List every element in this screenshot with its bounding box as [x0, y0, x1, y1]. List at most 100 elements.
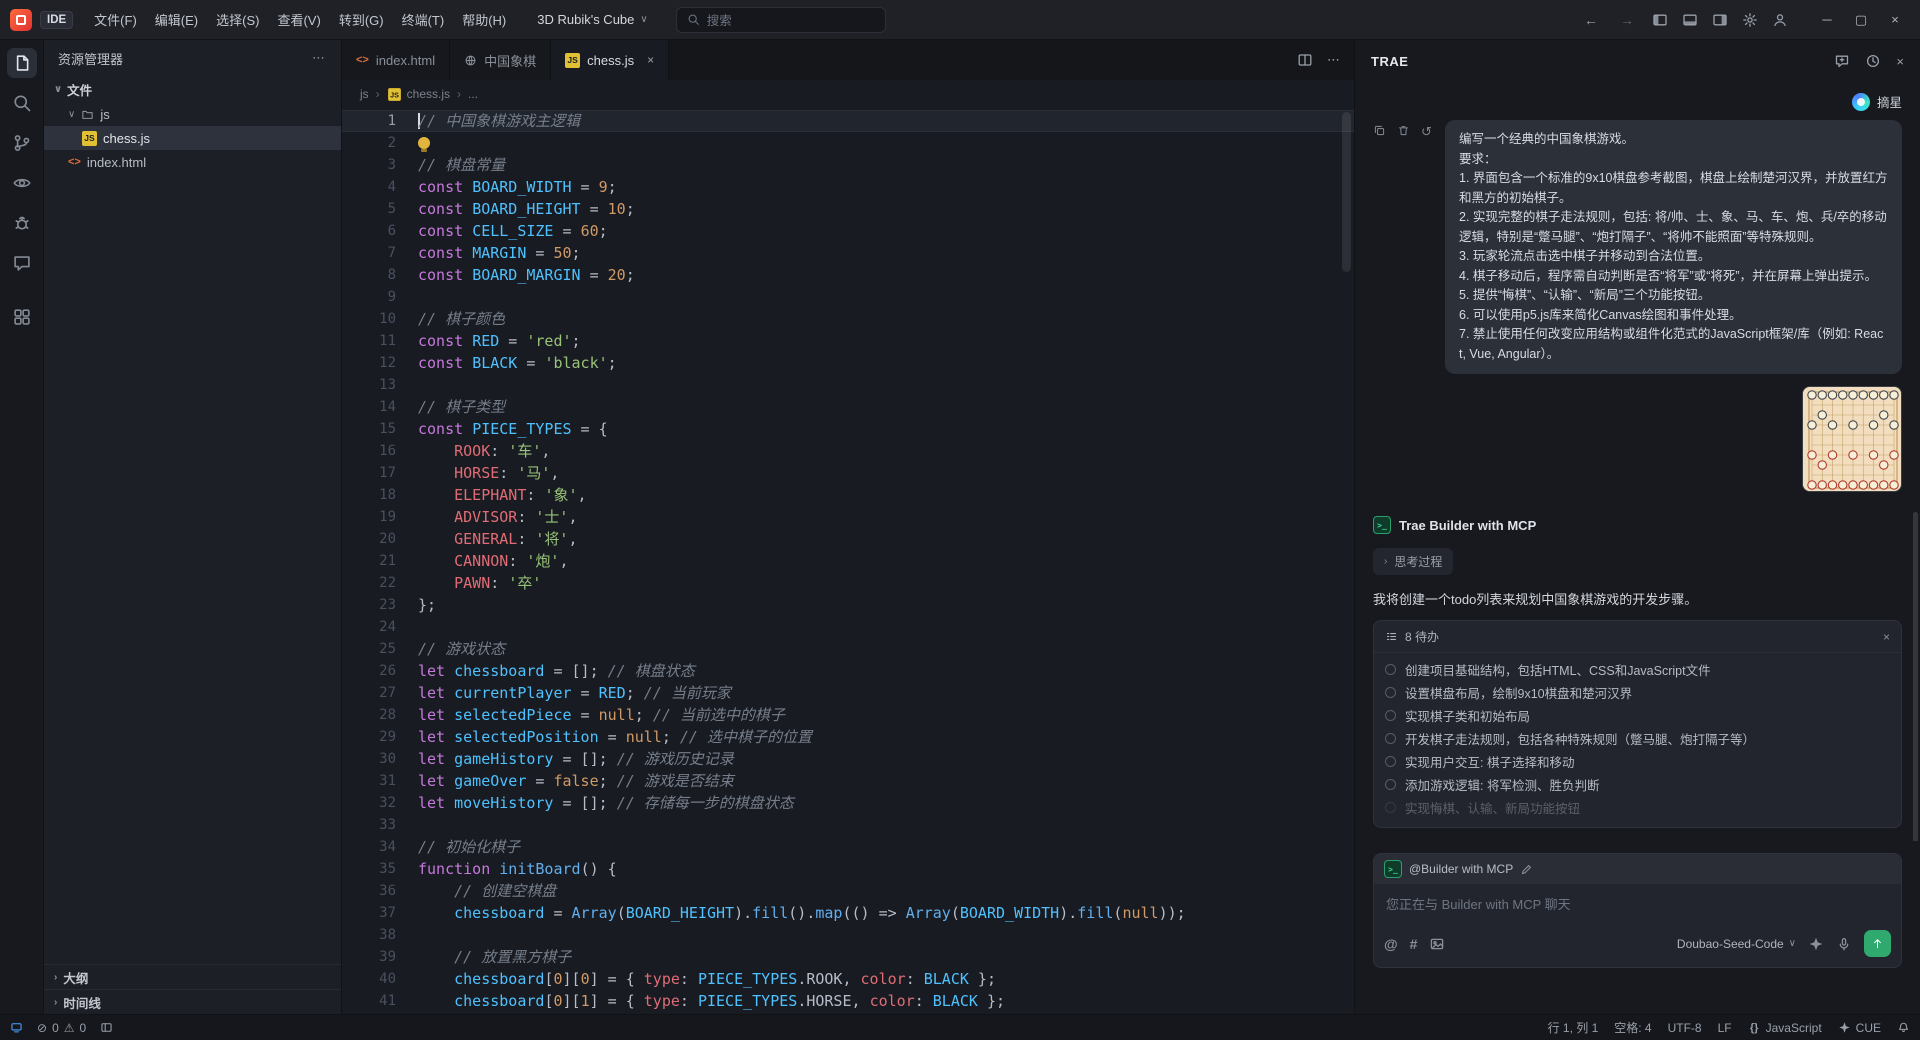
- code-line[interactable]: 12const BLACK = 'black';: [342, 352, 1354, 374]
- problems-indicator[interactable]: ⊘0 ⚠0: [37, 1021, 86, 1035]
- code-editor[interactable]: 1// 中国象棋游戏主逻辑23// 棋盘常量4const BOARD_WIDTH…: [342, 108, 1354, 1014]
- todo-item[interactable]: 设置棋盘布局，绘制9x10棋盘和楚河汉界: [1385, 681, 1890, 704]
- code-line[interactable]: 15const PIECE_TYPES = {: [342, 418, 1354, 440]
- app-logo[interactable]: [10, 9, 32, 31]
- editor-more-actions-icon[interactable]: ⋯: [1327, 52, 1340, 68]
- activity-explorer[interactable]: [7, 48, 37, 78]
- timeline-section[interactable]: › 时间线: [44, 989, 341, 1014]
- code-line[interactable]: 9: [342, 286, 1354, 308]
- toggle-right-panel-icon[interactable]: [1712, 12, 1728, 28]
- outline-section[interactable]: › 大纲: [44, 964, 341, 989]
- todo-checkbox-icon[interactable]: [1385, 664, 1396, 675]
- code-line[interactable]: 14// 棋子类型: [342, 396, 1354, 418]
- menu-item[interactable]: 查看(V): [268, 5, 329, 34]
- edit-icon[interactable]: [1520, 863, 1533, 876]
- todo-item[interactable]: 实现棋子类和初始布局: [1385, 704, 1890, 727]
- breadcrumb-item[interactable]: ...: [468, 87, 478, 101]
- status-item-JavaScript[interactable]: {}JavaScript: [1748, 1021, 1822, 1035]
- code-line[interactable]: 29let selectedPosition = null; // 选中棋子的位…: [342, 726, 1354, 748]
- remote-icon[interactable]: [10, 1021, 23, 1034]
- code-line[interactable]: 38: [342, 924, 1354, 946]
- tab-index.html[interactable]: <>index.html: [342, 40, 450, 80]
- enhance-prompt-icon[interactable]: [1808, 936, 1824, 952]
- close-window-button[interactable]: ×: [1880, 6, 1910, 34]
- todo-checkbox-icon[interactable]: [1385, 779, 1396, 790]
- close-panel-icon[interactable]: ×: [1896, 54, 1904, 69]
- code-line[interactable]: 5const BOARD_HEIGHT = 10;: [342, 198, 1354, 220]
- tab-chess.js[interactable]: JSchess.js×: [551, 40, 669, 80]
- mic-icon[interactable]: [1836, 936, 1852, 952]
- todo-item[interactable]: 添加游戏逻辑: 将军检测、胜负判断: [1385, 773, 1890, 796]
- code-line[interactable]: 40 chessboard[0][0] = { type: PIECE_TYPE…: [342, 968, 1354, 990]
- tree-item-chess.js[interactable]: JSchess.js: [44, 126, 341, 150]
- chat-scroll-area[interactable]: 摘星 ↺ 编写一个经典的中国象棋游戏。要求：1. 界面包含一个标准的9x10棋盘…: [1355, 82, 1920, 841]
- code-line[interactable]: 1// 中国象棋游戏主逻辑: [342, 110, 1354, 132]
- code-line[interactable]: 3// 棋盘常量: [342, 154, 1354, 176]
- tree-item-js[interactable]: ∨js: [44, 102, 341, 126]
- code-line[interactable]: 2: [342, 132, 1354, 154]
- activity-preview[interactable]: [7, 168, 37, 198]
- hash-icon[interactable]: #: [1410, 936, 1418, 952]
- new-chat-icon[interactable]: [1834, 53, 1850, 69]
- minimize-button[interactable]: ─: [1812, 6, 1842, 34]
- menu-item[interactable]: 帮助(H): [453, 5, 515, 34]
- code-line[interactable]: 10// 棋子颜色: [342, 308, 1354, 330]
- code-line[interactable]: 33: [342, 814, 1354, 836]
- settings-gear-icon[interactable]: [1742, 12, 1758, 28]
- activity-extensions[interactable]: [7, 302, 37, 332]
- code-line[interactable]: 8const BOARD_MARGIN = 20;: [342, 264, 1354, 286]
- todo-checkbox-icon[interactable]: [1385, 802, 1396, 813]
- split-editor-icon[interactable]: [1297, 52, 1313, 68]
- files-section-header[interactable]: ∨ 文件: [44, 76, 341, 102]
- code-line[interactable]: 28let selectedPiece = null; // 当前选中的棋子: [342, 704, 1354, 726]
- status-item-LF[interactable]: LF: [1718, 1021, 1732, 1035]
- code-line[interactable]: 26let chessboard = []; // 棋盘状态: [342, 660, 1354, 682]
- code-line[interactable]: 16 ROOK: '车',: [342, 440, 1354, 462]
- code-line[interactable]: 31let gameOver = false; // 游戏是否结束: [342, 770, 1354, 792]
- thinking-process-toggle[interactable]: › 思考过程: [1373, 548, 1453, 575]
- maximize-button[interactable]: ▢: [1846, 6, 1876, 34]
- menu-item[interactable]: 选择(S): [207, 5, 268, 34]
- code-line[interactable]: 30let gameHistory = []; // 游戏历史记录: [342, 748, 1354, 770]
- todo-checkbox-icon[interactable]: [1385, 756, 1396, 767]
- tree-item-index.html[interactable]: <>index.html: [44, 150, 341, 174]
- image-attach-icon[interactable]: [1429, 936, 1445, 952]
- lightbulb-icon[interactable]: [418, 137, 430, 149]
- toggle-sidebar-icon[interactable]: [1652, 12, 1668, 28]
- code-line[interactable]: 35function initBoard() {: [342, 858, 1354, 880]
- chat-input[interactable]: 您正在与 Builder with MCP 聊天: [1374, 884, 1901, 924]
- menu-item[interactable]: 终端(T): [393, 5, 454, 34]
- tab-中国象棋[interactable]: 中国象棋: [450, 40, 551, 80]
- nav-forward-button[interactable]: →: [1616, 9, 1638, 31]
- code-line[interactable]: 19 ADVISOR: '士',: [342, 506, 1354, 528]
- context-tag-row[interactable]: >_ @Builder with MCP: [1374, 854, 1901, 884]
- chessboard-preview-image[interactable]: [1802, 386, 1902, 492]
- code-line[interactable]: 27let currentPlayer = RED; // 当前玩家: [342, 682, 1354, 704]
- close-todo-icon[interactable]: ×: [1883, 630, 1890, 644]
- todo-checkbox-icon[interactable]: [1385, 687, 1396, 698]
- code-line[interactable]: 37 chessboard = Array(BOARD_HEIGHT).fill…: [342, 902, 1354, 924]
- code-line[interactable]: 18 ELEPHANT: '象',: [342, 484, 1354, 506]
- code-line[interactable]: 23};: [342, 594, 1354, 616]
- more-actions-icon[interactable]: ⋯: [312, 50, 327, 66]
- activity-search[interactable]: [7, 88, 37, 118]
- panel-scrollbar[interactable]: [1913, 512, 1918, 841]
- model-selector[interactable]: Doubao-Seed-Code ∨: [1677, 937, 1796, 951]
- code-line[interactable]: 36 // 创建空棋盘: [342, 880, 1354, 902]
- activity-debug[interactable]: [7, 208, 37, 238]
- code-line[interactable]: 13: [342, 374, 1354, 396]
- activity-chat[interactable]: [7, 248, 37, 278]
- close-tab-icon[interactable]: ×: [647, 53, 654, 67]
- todo-item[interactable]: 实现用户交互: 棋子选择和移动: [1385, 750, 1890, 773]
- code-line[interactable]: 21 CANNON: '炮',: [342, 550, 1354, 572]
- todo-checkbox-icon[interactable]: [1385, 733, 1396, 744]
- code-line[interactable]: 4const BOARD_WIDTH = 9;: [342, 176, 1354, 198]
- todo-checkbox-icon[interactable]: [1385, 710, 1396, 721]
- delete-message-icon[interactable]: [1397, 124, 1410, 137]
- code-line[interactable]: 34// 初始化棋子: [342, 836, 1354, 858]
- global-search-input[interactable]: 搜索: [676, 7, 886, 33]
- status-item-空格: 4[interactable]: 空格: 4: [1614, 1019, 1651, 1036]
- code-line[interactable]: 6const CELL_SIZE = 60;: [342, 220, 1354, 242]
- menu-item[interactable]: 转到(G): [330, 5, 393, 34]
- menu-item[interactable]: 文件(F): [85, 5, 146, 34]
